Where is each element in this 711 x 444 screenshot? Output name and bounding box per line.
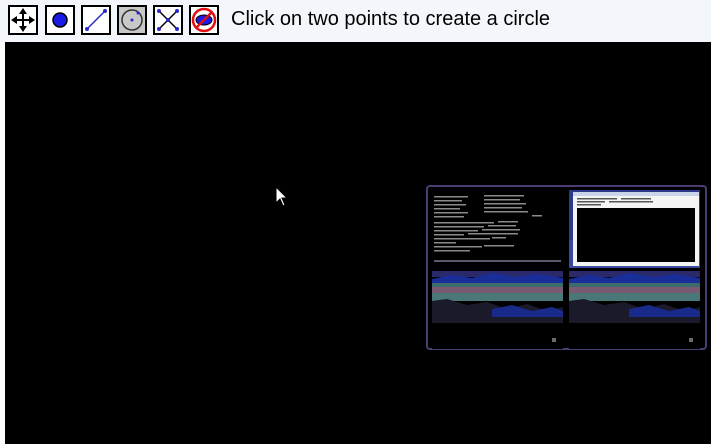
point-tool-button[interactable]: [45, 5, 75, 35]
hide-icon: [191, 7, 217, 33]
line-icon: [85, 9, 107, 31]
window-thumbnail: [569, 190, 700, 268]
workspace-overview[interactable]: [426, 185, 707, 350]
terminal-thumbnail: [432, 190, 563, 268]
workspace-thumbnail[interactable]: [432, 190, 563, 268]
circle-tool-button[interactable]: [117, 5, 147, 35]
workspace-thumbnail[interactable]: [569, 271, 700, 349]
workspace-thumbnail[interactable]: [569, 190, 700, 268]
move-icon: [11, 8, 35, 32]
circle-icon: [121, 9, 143, 31]
wallpaper-thumbnail: [569, 271, 700, 349]
intersect-icon: [157, 9, 179, 31]
line-tool-button[interactable]: [81, 5, 111, 35]
wallpaper-thumbnail: [432, 271, 563, 349]
arrow-cursor-icon: [275, 186, 289, 207]
intersect-tool-button[interactable]: [153, 5, 183, 35]
move-tool-button[interactable]: [8, 5, 38, 35]
toolbar: Click on two points to create a circle: [0, 0, 711, 42]
status-message: Click on two points to create a circle: [231, 8, 551, 30]
drawing-canvas[interactable]: [5, 42, 711, 444]
hide-tool-button[interactable]: [189, 5, 219, 35]
point-icon: [52, 12, 68, 28]
workspace-thumbnail[interactable]: [432, 271, 563, 349]
